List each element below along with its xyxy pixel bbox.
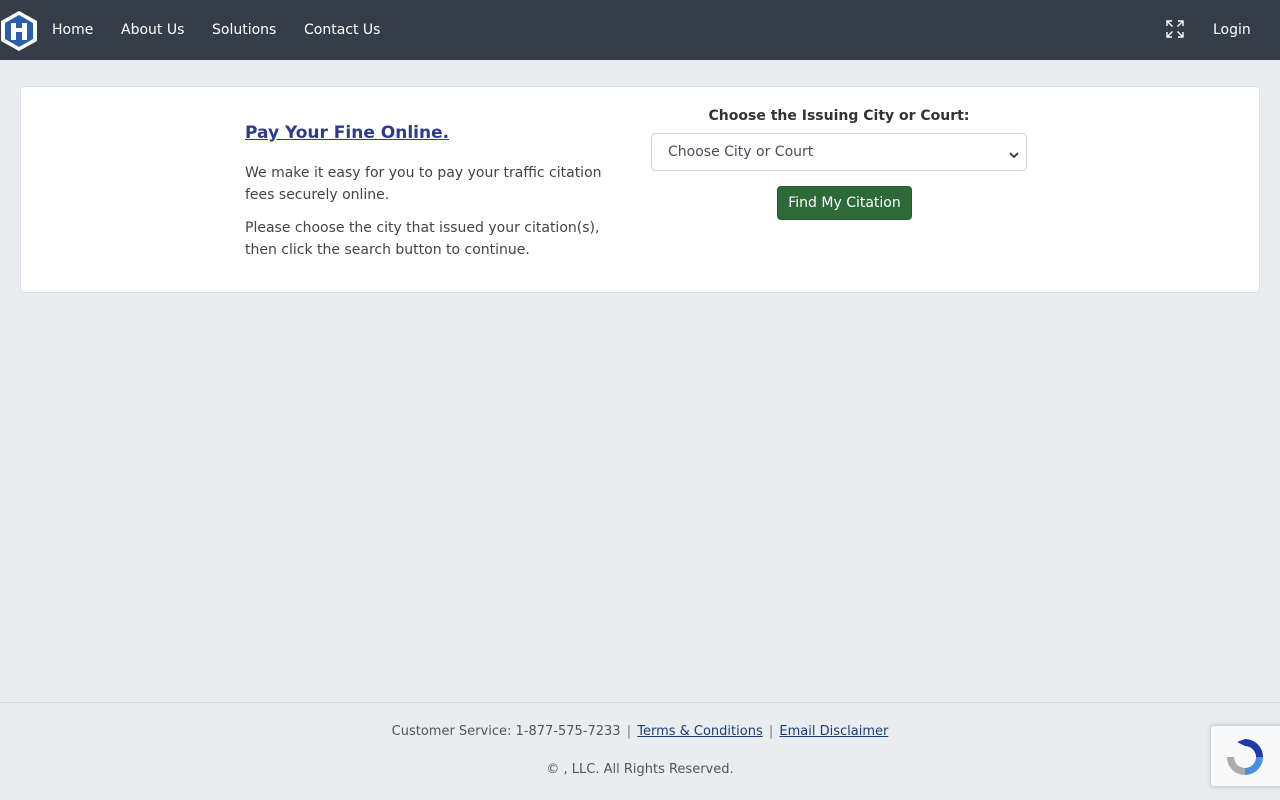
city-court-select[interactable]: Choose City or Court	[651, 133, 1027, 171]
expand-icon[interactable]	[1166, 20, 1184, 38]
footer-separator: |	[626, 724, 632, 739]
find-my-citation-button[interactable]: Find My Citation	[777, 186, 912, 220]
city-select-value: Choose City or Court	[668, 144, 814, 160]
hexagon-logo[interactable]	[0, 10, 38, 52]
nav-home-link[interactable]: Home	[52, 0, 93, 60]
city-select-label: Choose the Issuing City or Court:	[708, 108, 970, 124]
nav-contact-us-link[interactable]: Contact Us	[304, 0, 380, 60]
chevron-down-icon	[1008, 146, 1020, 159]
email-disclaimer-link[interactable]: Email Disclaimer	[779, 724, 888, 739]
page-title[interactable]: Pay Your Fine Online.	[245, 123, 449, 143]
recaptcha-icon	[1227, 739, 1263, 775]
intro-paragraph-1: We make it easy for you to pay your traf…	[245, 165, 602, 203]
top-navbar: Home About Us Solutions Contact Us Login	[0, 0, 1280, 60]
login-link[interactable]: Login	[1213, 0, 1251, 60]
recaptcha-badge[interactable]	[1210, 725, 1280, 787]
footer-separator: |	[768, 724, 774, 739]
intro-paragraph-2: Please choose the city that issued your …	[245, 220, 600, 258]
footer-links-line: Customer Service: 1-877-575-7233 | Terms…	[0, 724, 1280, 739]
customer-service-text: Customer Service: 1-877-575-7233	[391, 724, 621, 739]
nav-solutions-link[interactable]: Solutions	[212, 0, 276, 60]
terms-conditions-link[interactable]: Terms & Conditions	[637, 724, 763, 739]
citation-search-card: Pay Your Fine Online. We make it easy fo…	[20, 86, 1260, 293]
copyright-text: © , LLC. All Rights Reserved.	[546, 762, 734, 777]
page-footer: Customer Service: 1-877-575-7233 | Terms…	[0, 702, 1280, 800]
nav-about-us-link[interactable]: About Us	[121, 0, 184, 60]
